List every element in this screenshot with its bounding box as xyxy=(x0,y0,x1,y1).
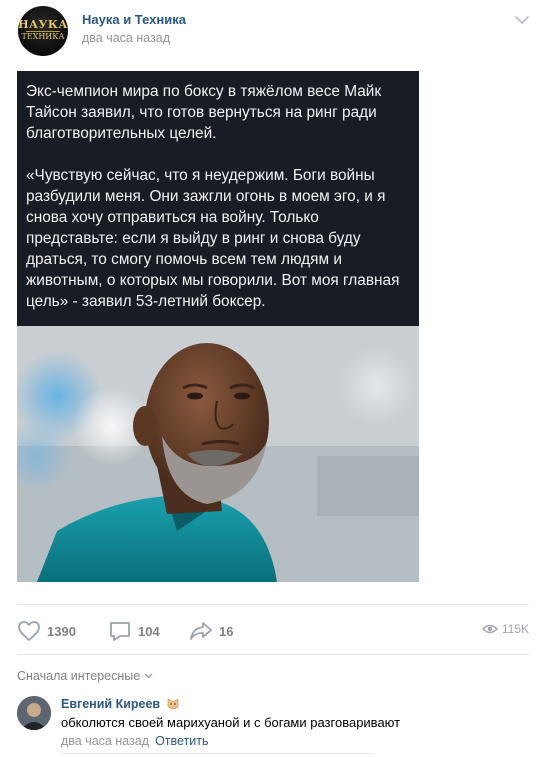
chevron-down-icon[interactable] xyxy=(514,14,530,26)
chevron-down-icon xyxy=(144,673,153,679)
post-paragraph-2: «Чувствую сейчас, что я неудержим. Боги … xyxy=(26,167,400,310)
comment-text: обколются своей марихуаной и с богами ра… xyxy=(61,715,401,730)
comment-author-link[interactable]: Евгений Киреев xyxy=(61,697,181,711)
comment-divider xyxy=(61,753,373,754)
views-counter: 115K xyxy=(481,622,529,636)
post-header: НАУКА ТЕХНИКА Наука и Техника два часа н… xyxy=(18,6,538,58)
comment-author-name: Евгений Киреев xyxy=(61,697,161,711)
post-paragraph-1: Экс-чемпион мира по боксу в тяжёлом весе… xyxy=(26,83,382,142)
cat-emoji-icon xyxy=(167,698,179,710)
comment-meta: два часа назад Ответить xyxy=(61,734,209,748)
avatar-logo-top: НАУКА xyxy=(18,18,68,31)
post-actions-bar: 1390 104 16 115K xyxy=(17,604,529,654)
boxer-portrait-image xyxy=(17,326,419,582)
user-avatar-image xyxy=(17,696,51,730)
post-text-card[interactable]: Экс-чемпион мира по боксу в тяжёлом весе… xyxy=(17,71,419,326)
post-photo[interactable] xyxy=(17,326,419,582)
comments-count: 104 xyxy=(138,623,160,639)
reply-link[interactable]: Ответить xyxy=(155,734,208,748)
likes-count: 1390 xyxy=(47,623,76,639)
comment-button[interactable]: 104 xyxy=(108,619,160,643)
post-time[interactable]: два часа назад xyxy=(82,31,170,45)
comment-icon xyxy=(110,622,130,641)
comments-sort-dropdown[interactable]: Сначала интересные xyxy=(17,669,153,683)
group-avatar[interactable]: НАУКА ТЕХНИКА xyxy=(18,6,68,56)
eye-icon xyxy=(481,624,498,634)
comment-time[interactable]: два часа назад xyxy=(61,734,149,748)
like-button[interactable]: 1390 xyxy=(17,619,76,643)
share-button[interactable]: 16 xyxy=(189,619,233,643)
comments-section: Сначала интересные Евгений Киреев обколю… xyxy=(17,654,529,757)
views-count: 115K xyxy=(501,622,529,636)
share-icon xyxy=(190,622,212,640)
group-name-link[interactable]: Наука и Техника xyxy=(82,12,186,27)
avatar-logo-bottom: ТЕХНИКА xyxy=(21,32,65,41)
comment-author-avatar[interactable] xyxy=(17,696,51,730)
comments-sort-label: Сначала интересные xyxy=(17,669,141,683)
shares-count: 16 xyxy=(219,623,234,639)
heart-icon xyxy=(18,621,40,641)
